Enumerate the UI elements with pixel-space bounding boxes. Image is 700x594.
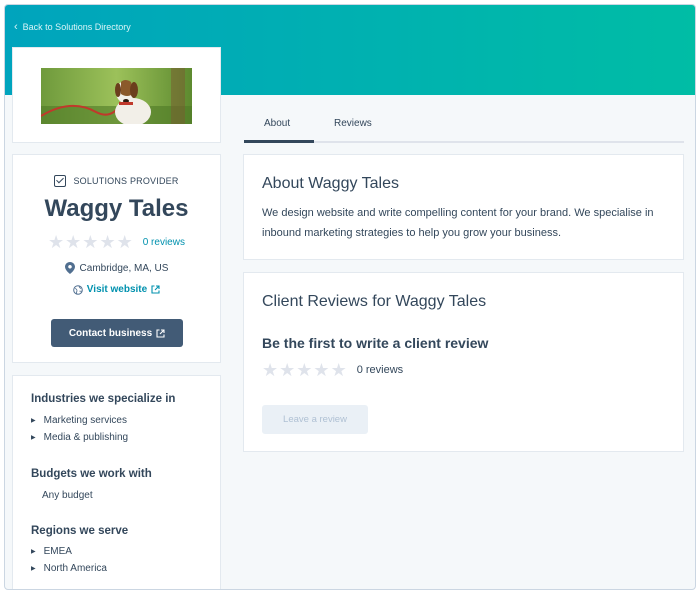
provider-badge: SOLUTIONS PROVIDER bbox=[13, 175, 220, 187]
list-item: Any budget bbox=[42, 490, 93, 501]
regions-heading: Regions we serve bbox=[31, 525, 129, 537]
visit-website-label: Visit website bbox=[86, 284, 148, 295]
star-icon: ★ bbox=[313, 360, 330, 380]
budgets-heading: Budgets we work with bbox=[31, 468, 152, 480]
list-item: ▶ Media & publishing bbox=[31, 432, 129, 443]
star-icon: ★ bbox=[48, 232, 65, 252]
star-icon: ★ bbox=[262, 360, 279, 380]
bullet-icon: ▶ bbox=[31, 549, 36, 555]
external-link-icon bbox=[156, 328, 165, 338]
company-logo-image bbox=[41, 68, 192, 124]
list-item: ▶ Marketing services bbox=[31, 415, 127, 426]
app-window: ‹ Back to Solutions Directory SOLUTIONS … bbox=[4, 4, 696, 590]
client-reviews-card: Client Reviews for Waggy Tales Be the fi… bbox=[243, 272, 684, 452]
globe-icon bbox=[72, 284, 83, 295]
company-details-card: Industries we specialize in ▶ Marketing … bbox=[12, 375, 221, 589]
active-tab-indicator bbox=[244, 140, 314, 143]
external-link-icon bbox=[151, 285, 160, 294]
star-icon: ★ bbox=[116, 232, 133, 252]
company-logo-card bbox=[12, 47, 221, 143]
checkbox-icon bbox=[54, 175, 67, 187]
location: Cambridge, MA, US bbox=[13, 262, 220, 274]
star-icon: ★ bbox=[99, 232, 116, 252]
star-icon: ★ bbox=[82, 232, 99, 252]
about-title: About Waggy Tales bbox=[262, 175, 399, 192]
reviews-count-link[interactable]: 0 reviews bbox=[143, 237, 185, 248]
star-rating: ★ ★ ★ ★ ★ bbox=[48, 233, 133, 251]
bullet-icon: ▶ bbox=[31, 418, 36, 424]
contact-business-button[interactable]: Contact business bbox=[51, 319, 183, 347]
back-link-label: Back to Solutions Directory bbox=[22, 22, 131, 32]
empty-reviews-heading: Be the first to write a client review bbox=[262, 335, 489, 351]
about-description: We design website and write compelling c… bbox=[262, 207, 654, 239]
chevron-left-icon: ‹ bbox=[14, 20, 18, 33]
industries-heading: Industries we specialize in bbox=[31, 393, 176, 405]
provider-badge-label: SOLUTIONS PROVIDER bbox=[73, 176, 179, 186]
about-card: About Waggy Tales We design website and … bbox=[243, 154, 684, 260]
star-icon: ★ bbox=[279, 360, 296, 380]
reviews-title: Client Reviews for Waggy Tales bbox=[262, 293, 487, 310]
profile-card: SOLUTIONS PROVIDER Waggy Tales ★ ★ ★ ★ ★… bbox=[12, 154, 221, 363]
reviews-rating: ★ ★ ★ ★ ★ 0 reviews bbox=[262, 361, 403, 379]
leave-review-button[interactable]: Leave a review bbox=[262, 405, 368, 434]
star-icon: ★ bbox=[330, 360, 347, 380]
star-rating: ★ ★ ★ ★ ★ bbox=[262, 361, 347, 379]
reviews-count: 0 reviews bbox=[356, 364, 404, 376]
list-item: ▶ North America bbox=[31, 563, 107, 574]
bullet-icon: ▶ bbox=[31, 566, 36, 572]
back-to-directory-link[interactable]: ‹ Back to Solutions Directory bbox=[14, 20, 131, 33]
visit-website-link[interactable]: Visit website bbox=[13, 284, 220, 295]
tab-reviews[interactable]: Reviews bbox=[334, 118, 372, 129]
location-pin-icon bbox=[64, 262, 75, 274]
star-icon: ★ bbox=[65, 232, 82, 252]
contact-business-label: Contact business bbox=[68, 327, 153, 339]
location-label: Cambridge, MA, US bbox=[79, 262, 169, 274]
bullet-icon: ▶ bbox=[31, 435, 36, 441]
company-name: Waggy Tales bbox=[44, 195, 189, 222]
tab-about[interactable]: About bbox=[264, 118, 290, 129]
list-item: ▶ EMEA bbox=[31, 546, 72, 557]
star-icon: ★ bbox=[296, 360, 313, 380]
tab-bar: About Reviews bbox=[244, 110, 684, 143]
profile-rating: ★ ★ ★ ★ ★ 0 reviews bbox=[13, 233, 220, 251]
